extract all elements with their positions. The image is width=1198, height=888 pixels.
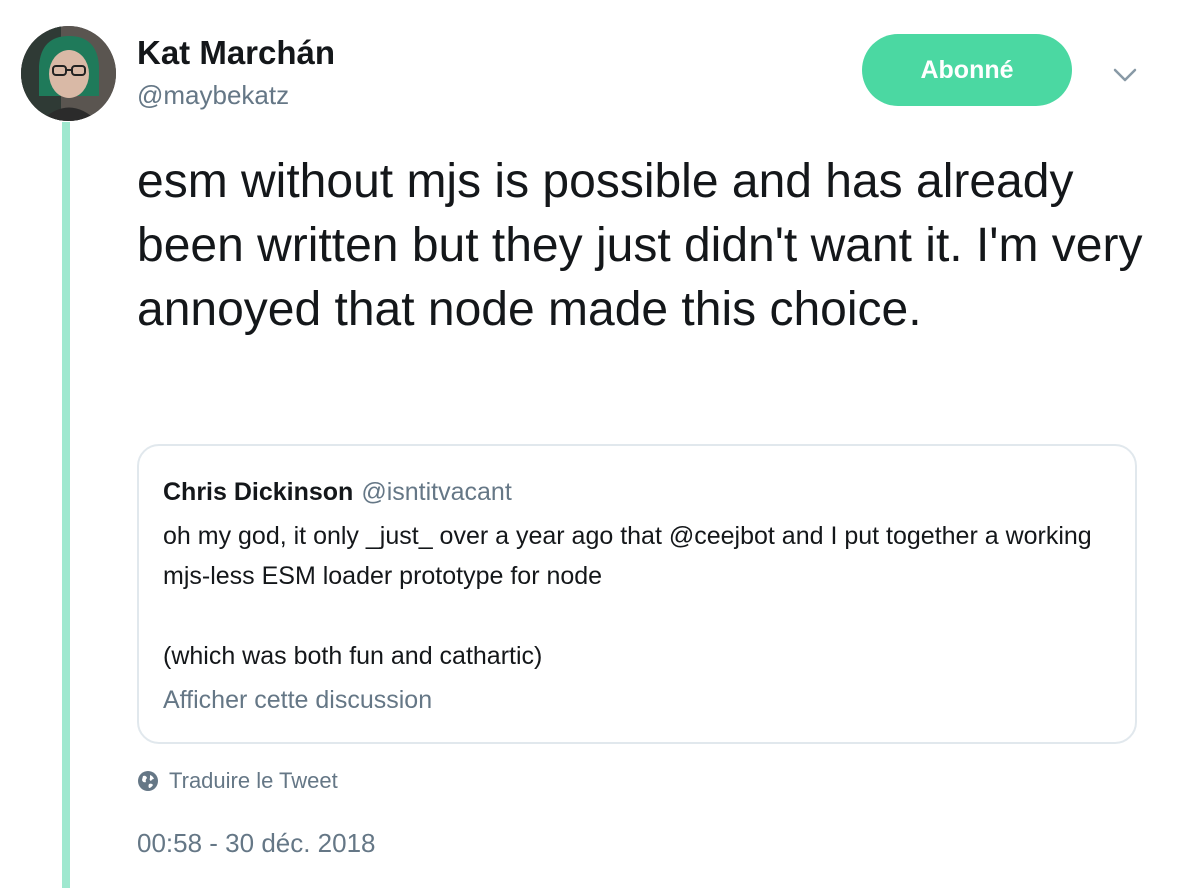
author-handle[interactable]: @maybekatz [137, 80, 289, 111]
chevron-down-icon[interactable] [1110, 60, 1140, 90]
quoted-author-handle: @isntitvacant [361, 478, 512, 506]
quoted-tweet-header: Chris Dickinson @isntitvacant [163, 478, 512, 507]
tweet-text: esm without mjs is possible and has alre… [137, 155, 1143, 336]
show-thread-link[interactable]: Afficher cette discussion [163, 686, 432, 715]
profile-photo-icon [21, 26, 116, 121]
globe-icon [138, 771, 158, 791]
author-display-name[interactable]: Kat Marchán [137, 34, 335, 72]
translate-label: Traduire le Tweet [169, 768, 338, 793]
following-button[interactable]: Abonné [862, 34, 1072, 106]
quoted-tweet-paragraph: (which was both fun and cathartic) [163, 642, 543, 670]
tweet-timestamp[interactable]: 00:58 - 30 déc. 2018 [137, 828, 376, 859]
translate-tweet-link[interactable]: Traduire le Tweet [137, 768, 338, 794]
quoted-author-name: Chris Dickinson [163, 478, 354, 506]
quoted-tweet-text: oh my god, it only _just_ over a year ag… [163, 516, 1123, 676]
author-avatar[interactable] [21, 26, 116, 121]
quoted-tweet-card[interactable]: Chris Dickinson @isntitvacant oh my god, … [137, 444, 1137, 744]
thread-line [62, 122, 70, 888]
quoted-tweet-paragraph: oh my god, it only _just_ over a year ag… [163, 522, 1092, 590]
